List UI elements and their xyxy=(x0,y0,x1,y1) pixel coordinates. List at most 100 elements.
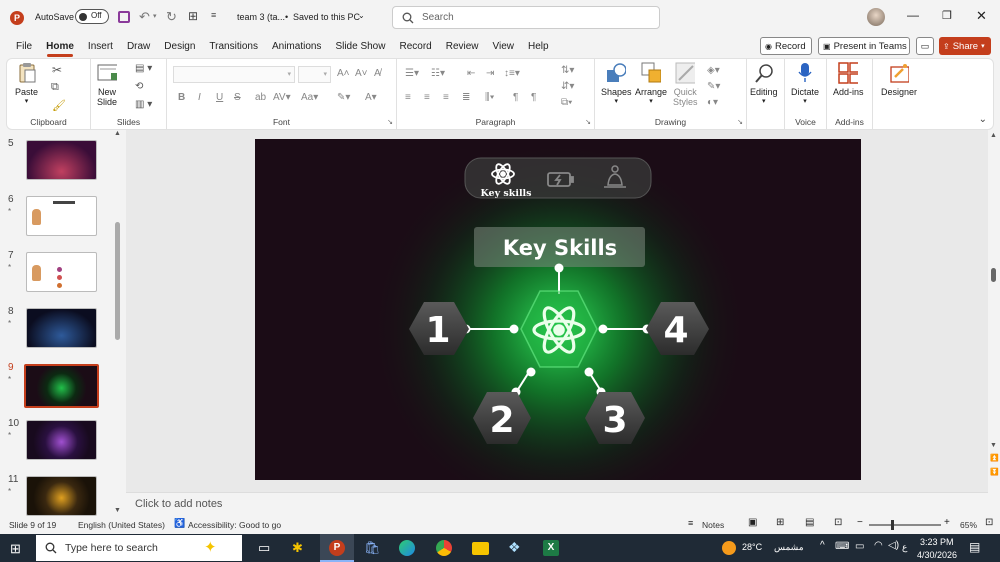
slide-thumbnail-10[interactable] xyxy=(26,420,97,460)
tab-record[interactable]: Record xyxy=(392,36,438,58)
highlight-icon[interactable]: ✎▾ xyxy=(337,92,350,103)
undo-dropdown-icon[interactable]: ▾ xyxy=(153,12,157,20)
scroll-thumb[interactable] xyxy=(115,222,120,340)
spacing-icon[interactable]: AV▾ xyxy=(273,92,291,103)
underline-icon[interactable]: U xyxy=(216,92,223,103)
quick-styles-button[interactable]: Quick Styles xyxy=(673,62,698,107)
reading-view-icon[interactable]: ▤ xyxy=(805,517,814,528)
increase-font-icon[interactable]: A˄ xyxy=(337,68,350,79)
bold-icon[interactable]: B xyxy=(178,92,185,103)
redo-icon[interactable]: ↻ xyxy=(166,9,177,25)
excel-icon[interactable]: X xyxy=(543,540,559,556)
windows-start-icon[interactable]: ⊞ xyxy=(10,541,21,557)
previous-slide-icon[interactable]: ⏫ xyxy=(990,454,999,462)
zoom-slider-thumb[interactable] xyxy=(891,520,894,530)
align-text-icon[interactable]: ⇵▾ xyxy=(561,81,574,92)
align-right-icon[interactable]: ≡ xyxy=(443,92,449,103)
reset-icon[interactable]: ⟲ xyxy=(135,81,143,92)
slide-thumbnail-6[interactable] xyxy=(26,196,97,236)
scroll-up-icon[interactable]: ▲ xyxy=(990,132,997,139)
store-icon[interactable]: 🛍 xyxy=(364,540,381,556)
present-icon[interactable]: ⊞ xyxy=(188,9,198,23)
rtl-icon[interactable]: ¶ xyxy=(513,92,518,103)
notes-button[interactable]: Notes xyxy=(702,520,724,530)
paste-button[interactable]: Paste ▾ xyxy=(15,63,38,105)
case-icon[interactable]: Aa▾ xyxy=(301,92,318,103)
scroll-down-icon[interactable]: ▼ xyxy=(990,442,997,449)
maximize-icon[interactable]: ❐ xyxy=(942,9,952,22)
font-name-select[interactable]: ▾ xyxy=(173,66,295,83)
customize-toolbar-icon[interactable]: ≡ xyxy=(211,10,216,20)
align-left-icon[interactable]: ≡ xyxy=(405,92,411,103)
arrange-button[interactable]: Arrange ▾ xyxy=(635,62,667,105)
present-in-teams-button[interactable]: ▣ Present in Teams xyxy=(818,37,910,55)
slide-thumbnail-8[interactable] xyxy=(26,308,97,348)
font-size-select[interactable]: ▾ xyxy=(298,66,331,83)
widgets-icon[interactable]: ✱ xyxy=(292,540,303,556)
paragraph-dialog-launcher-icon[interactable]: ↘ xyxy=(585,118,591,126)
columns-icon[interactable]: ⫼▾ xyxy=(485,92,494,103)
snipping-tool-icon[interactable]: ❖ xyxy=(508,539,521,556)
undo-icon[interactable]: ↶ xyxy=(139,9,150,25)
clear-format-icon[interactable]: A̸ xyxy=(374,68,381,79)
italic-icon[interactable]: I xyxy=(198,92,201,103)
input-method-icon[interactable]: ⌨ xyxy=(835,541,849,552)
zoom-in-icon[interactable]: + xyxy=(944,517,950,528)
normal-view-icon[interactable]: ▣ xyxy=(748,517,757,528)
zoom-level[interactable]: 65% xyxy=(960,520,977,530)
keyboard-language[interactable]: ع xyxy=(902,542,907,553)
slideshow-icon[interactable]: ⊡ xyxy=(834,517,842,528)
slide-thumbnail-11[interactable] xyxy=(26,476,97,516)
notification-icon[interactable]: ▤ xyxy=(969,540,980,554)
format-painter-icon[interactable]: 🖌 xyxy=(52,99,66,112)
drawing-dialog-launcher-icon[interactable]: ↘ xyxy=(737,118,743,126)
text-direction-icon[interactable]: ⇅▾ xyxy=(561,65,574,76)
shape-fill-icon[interactable]: ◈▾ xyxy=(707,65,720,76)
ltr-icon[interactable]: ¶ xyxy=(531,92,536,103)
slide-thumbnail-9[interactable] xyxy=(24,364,99,408)
tab-transitions[interactable]: Transitions xyxy=(202,36,265,58)
minimize-icon[interactable]: — xyxy=(907,8,919,22)
task-view-icon[interactable]: ▭ xyxy=(258,540,270,556)
strikethrough-icon[interactable]: S xyxy=(234,92,241,103)
scroll-thumb[interactable] xyxy=(991,268,996,282)
autosave-toggle[interactable]: Off xyxy=(75,9,109,24)
slide-title[interactable]: Key Skills xyxy=(503,236,617,260)
tab-animations[interactable]: Animations xyxy=(265,36,328,58)
record-button[interactable]: ◉ Record xyxy=(760,37,812,55)
decrease-font-icon[interactable]: A˅ xyxy=(355,68,368,79)
language-status[interactable]: English (United States) xyxy=(78,520,165,530)
numbering-icon[interactable]: ☷▾ xyxy=(431,68,445,79)
scroll-up-icon[interactable]: ▲ xyxy=(114,130,121,137)
font-dialog-launcher-icon[interactable]: ↘ xyxy=(387,118,393,126)
tab-review[interactable]: Review xyxy=(439,36,486,58)
thumbnails-scrollbar[interactable]: ▲ ▼ xyxy=(114,130,122,516)
powerpoint-taskbar-icon[interactable]: P xyxy=(320,534,354,562)
dictate-button[interactable]: Dictate ▾ xyxy=(791,63,819,105)
edge-icon[interactable] xyxy=(399,540,415,556)
network-icon[interactable]: ▭ xyxy=(855,541,864,552)
editing-button[interactable]: Editing ▾ xyxy=(750,63,778,105)
tray-overflow-icon[interactable]: ^ xyxy=(820,540,825,551)
bullets-icon[interactable]: ☰▾ xyxy=(405,68,419,79)
collapse-ribbon-icon[interactable]: ⌄ xyxy=(979,114,987,125)
temperature[interactable]: 28°C xyxy=(742,542,762,552)
next-slide-icon[interactable]: ⏬ xyxy=(990,468,999,476)
cut-icon[interactable]: ✂ xyxy=(52,63,62,77)
tab-insert[interactable]: Insert xyxy=(81,36,120,58)
notes-pane[interactable]: Click to add notes xyxy=(126,492,988,516)
shape-effects-icon[interactable]: ◐▾ xyxy=(707,97,718,108)
tab-slide-show[interactable]: Slide Show xyxy=(328,36,392,58)
chrome-icon[interactable] xyxy=(436,540,452,556)
increase-indent-icon[interactable]: ⇥ xyxy=(486,68,494,79)
shadow-icon[interactable]: ab xyxy=(255,92,266,103)
tab-home[interactable]: Home xyxy=(39,36,81,58)
slide-canvas[interactable]: Key skills Key Skills 1 4 2 3 xyxy=(255,139,861,480)
saved-status[interactable]: Saved to this PC xyxy=(293,12,360,22)
user-avatar[interactable] xyxy=(867,8,885,26)
new-slide-button[interactable]: New Slide xyxy=(97,63,117,107)
slide-thumbnail-5[interactable] xyxy=(26,140,97,180)
copy-icon[interactable]: ⧉ xyxy=(51,81,59,94)
taskbar-search[interactable]: Type here to search ✦ xyxy=(36,535,242,561)
file-explorer-icon[interactable] xyxy=(472,542,489,555)
